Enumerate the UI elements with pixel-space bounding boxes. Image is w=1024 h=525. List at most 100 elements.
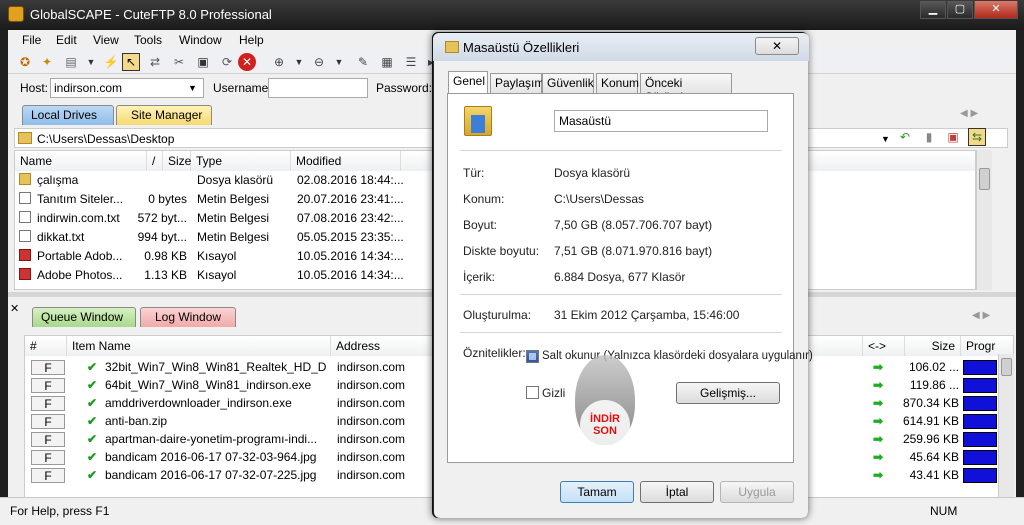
- type-value: Dosya klasörü: [554, 166, 631, 180]
- col-type[interactable]: Type: [191, 151, 291, 171]
- qcol-number[interactable]: #: [25, 336, 67, 356]
- wizard-icon[interactable]: ✦: [38, 53, 56, 71]
- reconnect-icon[interactable]: ⇄: [146, 53, 164, 71]
- edit-icon[interactable]: ✎: [354, 53, 372, 71]
- hidden-checkbox[interactable]: [526, 386, 539, 399]
- transfer-arrow-icon: ➡: [873, 432, 884, 446]
- shortcut-icon: [19, 268, 31, 280]
- scrollbar-thumb[interactable]: [979, 168, 990, 190]
- download-icon[interactable]: ⊕: [270, 53, 288, 71]
- connect-icon[interactable]: ⚡: [102, 53, 120, 71]
- cancel-button[interactable]: İptal: [640, 481, 714, 503]
- col-sort[interactable]: /: [147, 151, 163, 171]
- separator: [460, 294, 782, 295]
- close-button[interactable]: ✕: [974, 1, 1018, 19]
- col-modified[interactable]: Modified: [291, 151, 401, 171]
- window-title: GlobalSCAPE - CuteFTP 8.0 Professional: [30, 7, 272, 22]
- qcol-item-name[interactable]: Item Name: [67, 336, 331, 356]
- text-file-icon: [19, 211, 31, 223]
- dialog-close-button[interactable]: ✕: [755, 37, 799, 55]
- watermark-text: İNDİR SON: [590, 413, 620, 437]
- quick-connect-icon[interactable]: ↖: [122, 53, 140, 71]
- location-label: Konum:: [463, 192, 505, 206]
- transfer-arrow-icon: ➡: [873, 414, 884, 428]
- transfer-arrow-icon: ➡: [873, 396, 884, 410]
- tab-genel[interactable]: Genel: [448, 71, 488, 94]
- delete-icon[interactable]: ▮: [920, 128, 938, 146]
- size-value: 7,50 GB (8.057.706.707 bayt): [554, 218, 713, 232]
- text-file-icon: [19, 230, 31, 242]
- password-label: Password:: [376, 81, 433, 95]
- path-dropdown-icon[interactable]: ▼: [881, 134, 890, 144]
- type-label: Tür:: [463, 166, 485, 180]
- maximize-button[interactable]: ▢: [947, 1, 973, 19]
- transfer-arrow-icon: ➡: [873, 468, 884, 482]
- tab-guvenlik[interactable]: Güvenlik: [542, 73, 594, 93]
- contents-label: İçerik:: [463, 270, 496, 284]
- queue-scroll-arrows-icon[interactable]: ◀ ▶: [972, 310, 990, 321]
- new-folder-icon[interactable]: ▣: [944, 128, 962, 146]
- stop-icon[interactable]: ▣: [194, 53, 212, 71]
- tab-local-drives[interactable]: Local Drives: [22, 105, 114, 125]
- transfer-arrow-icon: ➡: [873, 378, 884, 392]
- host-dropdown-icon[interactable]: ▼: [188, 83, 197, 93]
- disconnect-icon[interactable]: ✂: [170, 53, 188, 71]
- progress-bar: [963, 396, 997, 411]
- site-manager-icon[interactable]: ✪: [16, 53, 34, 71]
- file-list-scrollbar[interactable]: [976, 150, 992, 290]
- dialog-title-bar: Masaüstü Özellikleri ✕: [433, 33, 809, 61]
- tab-site-manager[interactable]: Site Manager: [116, 105, 212, 125]
- col-size[interactable]: Size: [163, 151, 191, 171]
- folder-icon: [19, 173, 31, 185]
- col-name[interactable]: Name: [15, 151, 147, 171]
- menu-tools[interactable]: Tools: [134, 33, 162, 47]
- menu-window[interactable]: Window: [179, 33, 222, 47]
- upload-icon[interactable]: ⊖: [310, 53, 328, 71]
- cancel-icon[interactable]: ✕: [238, 53, 256, 71]
- menu-help[interactable]: Help: [239, 33, 264, 47]
- tab-onceki-surumler[interactable]: Önceki Sürümler: [640, 73, 732, 104]
- menu-view[interactable]: View: [93, 33, 119, 47]
- sync-icon[interactable]: ⇆: [968, 128, 986, 146]
- folder-name-input[interactable]: [554, 110, 768, 132]
- advanced-button[interactable]: Gelişmiş...: [676, 382, 780, 404]
- properties-icon[interactable]: ☰: [402, 53, 420, 71]
- minimize-button[interactable]: ▁: [920, 1, 946, 19]
- contents-value: 6.884 Dosya, 677 Klasör: [554, 270, 686, 284]
- qcol-direction[interactable]: <->: [863, 336, 905, 356]
- readonly-checkbox[interactable]: [526, 350, 539, 363]
- disk-size-label: Diskte boyutu:: [463, 244, 540, 258]
- disk-size-value: 7,51 GB (8.071.970.816 bayt): [554, 244, 713, 258]
- upload-dropdown-icon[interactable]: ▼: [330, 53, 348, 71]
- menu-file[interactable]: File: [22, 33, 41, 47]
- progress-bar: [963, 378, 997, 393]
- separator: [460, 332, 782, 333]
- created-value: 31 Ekim 2012 Çarşamba, 15:46:00: [554, 308, 740, 322]
- close-pane-icon[interactable]: ✕: [10, 302, 19, 315]
- new-dropdown-icon[interactable]: ▼: [82, 53, 100, 71]
- new-icon[interactable]: ▤: [62, 53, 80, 71]
- tab-scroll-arrows-icon[interactable]: ◀ ▶: [960, 108, 978, 119]
- created-label: Oluşturulma:: [463, 308, 532, 322]
- scrollbar-thumb[interactable]: [1001, 358, 1012, 376]
- menu-edit[interactable]: Edit: [56, 33, 77, 47]
- tab-konum[interactable]: Konum: [596, 73, 639, 93]
- up-folder-icon[interactable]: ↶: [896, 128, 914, 146]
- app-icon: [8, 6, 24, 22]
- view-icon[interactable]: ▦: [378, 53, 396, 71]
- host-input[interactable]: [50, 78, 204, 98]
- tab-paylasim[interactable]: Paylaşım: [490, 73, 544, 93]
- path-text: C:\Users\Dessas\Desktop: [37, 132, 175, 146]
- apply-button[interactable]: Uygula: [720, 481, 794, 503]
- tab-queue-window[interactable]: Queue Window: [32, 307, 136, 327]
- queue-scrollbar[interactable]: [998, 354, 1014, 504]
- refresh-icon[interactable]: ⟳: [218, 53, 236, 71]
- ok-button[interactable]: Tamam: [560, 481, 634, 503]
- indirson-watermark-logo: İNDİR SON: [560, 355, 650, 450]
- download-dropdown-icon[interactable]: ▼: [290, 53, 308, 71]
- username-input[interactable]: [268, 78, 368, 98]
- status-help-text: For Help, press F1: [10, 504, 110, 518]
- tab-log-window[interactable]: Log Window: [140, 307, 236, 327]
- qcol-progress[interactable]: Progr: [961, 336, 1013, 356]
- qcol-size[interactable]: Size: [905, 336, 961, 356]
